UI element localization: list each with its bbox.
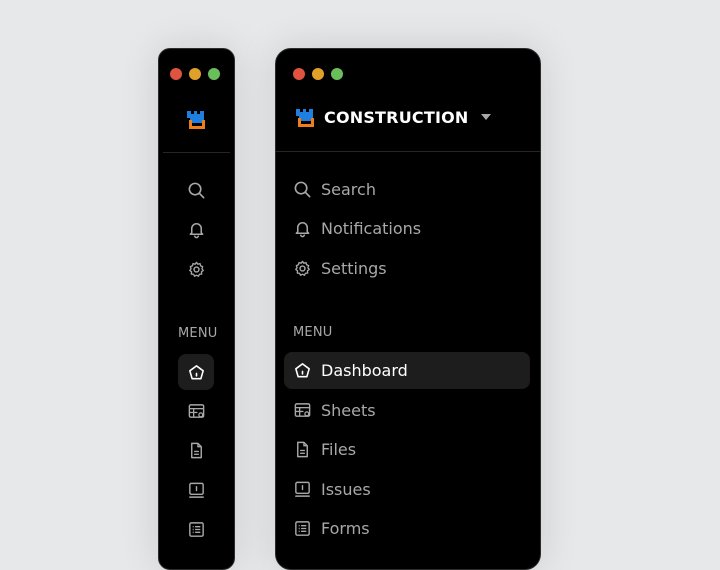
- maximize-window-button[interactable]: [331, 68, 343, 80]
- menu-item-forms-label: Forms: [321, 519, 370, 538]
- nav-sheets-button[interactable]: [178, 393, 214, 429]
- window-controls: [293, 68, 343, 80]
- menu-item-sheets[interactable]: Sheets: [284, 392, 530, 429]
- nav-notifications-label: Notifications: [321, 219, 422, 238]
- workspace-switcher[interactable]: CONSTRUCTION: [294, 106, 491, 128]
- collapsed-sidebar: MENU: [158, 48, 235, 570]
- nav-dashboard-button[interactable]: [178, 354, 214, 390]
- menu-item-forms[interactable]: Forms: [284, 510, 530, 547]
- file-icon: [293, 440, 312, 459]
- expanded-sidebar: CONSTRUCTION Search Notifications Settin…: [275, 48, 541, 570]
- search-button[interactable]: [178, 172, 214, 208]
- menu-item-files-label: Files: [321, 440, 357, 459]
- search-icon: [293, 180, 312, 199]
- nav-notifications[interactable]: Notifications: [284, 210, 530, 247]
- bell-icon: [187, 220, 206, 239]
- home-icon: [187, 363, 206, 382]
- workspace-name: CONSTRUCTION: [324, 107, 469, 127]
- nav-search-label: Search: [321, 180, 376, 199]
- menu-item-issues[interactable]: Issues: [284, 471, 530, 508]
- issues-icon: [187, 481, 206, 500]
- menu-item-dashboard-label: Dashboard: [321, 361, 408, 380]
- close-window-button[interactable]: [293, 68, 305, 80]
- file-icon: [187, 441, 206, 460]
- menu-heading: MENU: [293, 325, 333, 340]
- header-divider: [163, 152, 230, 153]
- nav-settings-label: Settings: [321, 259, 387, 278]
- close-window-button[interactable]: [170, 68, 182, 80]
- menu-item-dashboard[interactable]: Dashboard: [284, 352, 530, 389]
- nav-issues-button[interactable]: [178, 472, 214, 508]
- construction-logo-icon[interactable]: [185, 108, 209, 130]
- construction-logo-icon: [294, 106, 318, 128]
- gear-icon: [187, 260, 206, 279]
- nav-settings[interactable]: Settings: [284, 250, 530, 287]
- header-divider: [276, 151, 540, 152]
- sheets-icon: [293, 401, 312, 420]
- window-controls: [170, 68, 220, 80]
- issues-icon: [293, 480, 312, 499]
- menu-item-files[interactable]: Files: [284, 431, 530, 468]
- sheets-icon: [187, 402, 206, 421]
- minimize-window-button[interactable]: [189, 68, 201, 80]
- settings-button[interactable]: [178, 251, 214, 287]
- search-icon: [187, 181, 206, 200]
- menu-item-issues-label: Issues: [321, 480, 371, 499]
- gear-icon: [293, 259, 312, 278]
- caret-down-icon: [480, 114, 491, 120]
- bell-icon: [293, 219, 312, 238]
- menu-heading: MENU: [178, 326, 218, 341]
- menu-item-sheets-label: Sheets: [321, 401, 376, 420]
- notifications-button[interactable]: [178, 211, 214, 247]
- nav-forms-button[interactable]: [178, 511, 214, 547]
- forms-icon: [293, 519, 312, 538]
- nav-files-button[interactable]: [178, 432, 214, 468]
- maximize-window-button[interactable]: [208, 68, 220, 80]
- home-icon: [293, 361, 312, 380]
- minimize-window-button[interactable]: [312, 68, 324, 80]
- nav-search[interactable]: Search: [284, 171, 530, 208]
- forms-icon: [187, 520, 206, 539]
